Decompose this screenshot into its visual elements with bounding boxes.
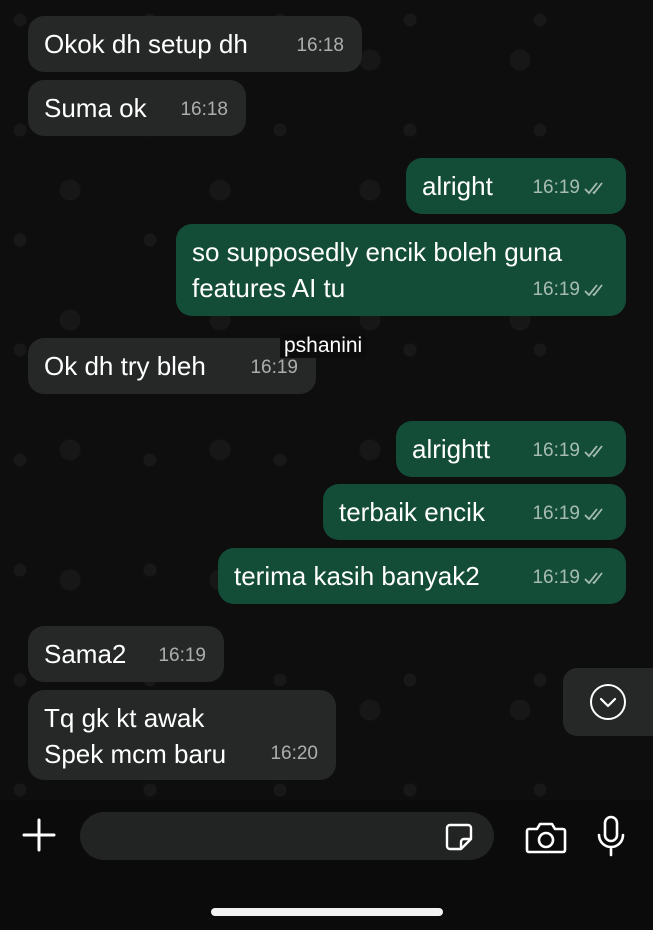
message-bubble-incoming[interactable]: Tq gk kt awak Spek mcm baru 16:20	[28, 690, 336, 780]
message-time: 16:19	[158, 645, 206, 666]
message-text: terbaik encik	[339, 497, 485, 527]
message-text: alrightt	[412, 434, 491, 464]
message-bubble-outgoing[interactable]: so supposedly encik boleh guna features …	[176, 224, 626, 316]
message-bubble-outgoing[interactable]: terima kasih banyak2 16:19	[218, 548, 626, 604]
message-time: 16:19	[532, 440, 580, 461]
message-bubble-incoming[interactable]: Ok dh try bleh 16:19	[28, 338, 316, 394]
chevron-down-icon	[590, 684, 626, 720]
double-check-icon	[584, 182, 603, 195]
message-time: 16:18	[180, 99, 228, 120]
microphone-icon[interactable]	[596, 815, 626, 857]
message-bubble-outgoing[interactable]: terbaik encik 16:19	[323, 484, 626, 540]
message-text: Suma ok	[44, 93, 147, 123]
message-bubble-incoming[interactable]: Suma ok 16:18	[28, 80, 246, 136]
message-text: terima kasih banyak2	[234, 561, 480, 591]
message-text: so supposedly encik boleh guna features …	[192, 237, 563, 303]
message-text: Tq gk kt awak Spek mcm baru	[44, 703, 227, 769]
message-bubble-outgoing[interactable]: alright 16:19	[406, 158, 626, 214]
sticker-icon[interactable]	[444, 822, 474, 852]
message-text: alright	[422, 171, 493, 201]
message-text: Sama2	[44, 639, 127, 669]
message-bubble-outgoing[interactable]: alrightt 16:19	[396, 421, 626, 477]
double-check-icon	[584, 445, 603, 458]
message-bubble-incoming[interactable]: Sama2 16:19	[28, 626, 224, 682]
username-overlay: pshanini	[280, 334, 367, 358]
message-input[interactable]	[80, 812, 494, 860]
camera-icon[interactable]	[525, 819, 567, 855]
scroll-to-bottom-button[interactable]	[563, 668, 653, 736]
message-time: 16:19	[532, 177, 580, 198]
double-check-icon	[584, 508, 603, 521]
message-bubble-incoming[interactable]: Okok dh setup dh 16:18	[28, 16, 362, 72]
plus-icon[interactable]	[22, 818, 56, 852]
double-check-icon	[584, 284, 603, 297]
message-time: 16:20	[270, 743, 318, 764]
home-indicator	[211, 908, 443, 916]
double-check-icon	[584, 572, 603, 585]
message-text: Ok dh try bleh	[44, 351, 206, 381]
message-time: 16:19	[532, 279, 580, 300]
message-time: 16:19	[532, 567, 580, 588]
message-time: 16:19	[532, 503, 580, 524]
message-time: 16:18	[296, 35, 344, 56]
message-text: Okok dh setup dh	[44, 29, 248, 59]
